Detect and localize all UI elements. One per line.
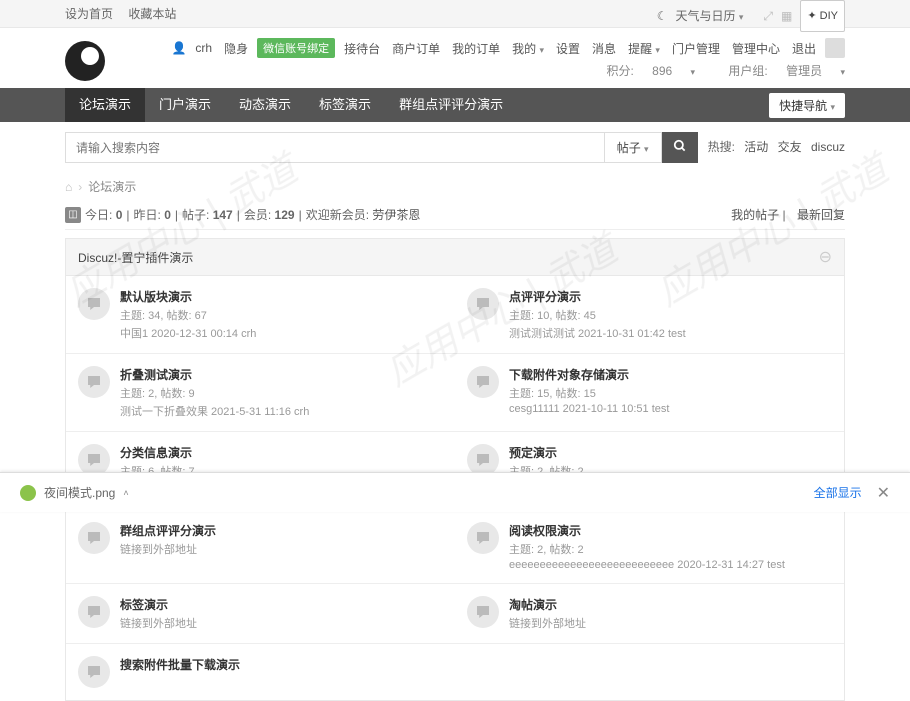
credits-display: 积分: 896 ▾ [591, 64, 695, 78]
user-icon: 👤 [171, 41, 186, 55]
portal-admin-link[interactable]: 门户管理 [669, 40, 723, 57]
file-icon [20, 485, 36, 501]
logout-link[interactable]: 退出 [789, 40, 819, 57]
forum-last-post[interactable]: cesg11111 2021-10-11 10:51 test [509, 403, 832, 415]
nav-activity[interactable]: 动态演示 [225, 88, 305, 122]
site-logo[interactable] [65, 41, 105, 81]
forum-meta: 链接到外部地址 [120, 541, 443, 557]
members-stat: 会员: 129 [244, 206, 295, 223]
forum-meta: 主题: 10, 帖数: 45 [509, 307, 832, 323]
set-homepage-link[interactable]: 设为首页 [65, 7, 113, 21]
username-link[interactable]: crh [192, 41, 215, 55]
section-header[interactable]: Discuz!-置宁插件演示 ⊖ [65, 238, 845, 276]
forum-meta: 主题: 34, 帖数: 67 [120, 307, 443, 323]
main-nav: 论坛演示 门户演示 动态演示 标签演示 群组点评评分演示 快捷导航 ▾ [0, 88, 910, 122]
forum-title[interactable]: 搜索附件批量下载演示 [120, 656, 443, 673]
wechat-bind-button[interactable]: 微信账号绑定 [257, 38, 335, 58]
close-icon[interactable]: ✕ [877, 483, 890, 503]
yesterday-stat: 昨日: 0 [134, 206, 171, 223]
header: 👤 crh 隐身 微信账号绑定 接待台 商户订单 我的订单 我的 ▾ 设置 消息… [0, 28, 910, 88]
messages-link[interactable]: 消息 [589, 40, 619, 57]
nav-forum[interactable]: 论坛演示 [65, 88, 145, 122]
collapse-icon[interactable]: ⊖ [819, 247, 832, 267]
hot-search: 热搜: 活动 交友 discuz [708, 132, 845, 163]
download-filename[interactable]: 夜间模式.png [44, 484, 115, 501]
forum-last-post[interactable]: 测试一下折叠效果 2021-5-31 11:16 crh [120, 403, 443, 419]
expand-icon[interactable]: ⤢ [763, 2, 773, 30]
topbar: 设为首页 收藏本站 ☾ 天气与日历 ▾ ⤢ ▦ ✦ DIY [0, 0, 910, 28]
nav-tags[interactable]: 标签演示 [305, 88, 385, 122]
forum-last-post[interactable]: 测试测试测试 2021-10-31 01:42 test [509, 325, 832, 341]
nav-groups[interactable]: 群组点评评分演示 [385, 88, 517, 122]
home-icon[interactable]: ⌂ [65, 180, 72, 194]
speech-bubble-icon [78, 656, 110, 688]
my-orders-link[interactable]: 我的订单 [449, 40, 503, 57]
forum-meta: 主题: 2, 帖数: 9 [120, 385, 443, 401]
forum-meta: 链接到外部地址 [120, 615, 443, 631]
forum-title[interactable]: 群组点评评分演示 [120, 522, 443, 539]
forum-title[interactable]: 分类信息演示 [120, 444, 443, 461]
speech-bubble-icon [467, 596, 499, 628]
speech-bubble-icon [467, 366, 499, 398]
breadcrumb-forum[interactable]: 论坛演示 [88, 178, 136, 195]
stealth-link[interactable]: 隐身 [221, 40, 251, 57]
forum-title[interactable]: 折叠测试演示 [120, 366, 443, 383]
admin-center-link[interactable]: 管理中心 [729, 40, 783, 57]
merchant-orders-link[interactable]: 商户订单 [389, 40, 443, 57]
forum-meta: 链接到外部地址 [509, 615, 832, 631]
forum-last-post[interactable]: 中国1 2020-12-31 00:14 crh [120, 325, 443, 341]
hot-link[interactable]: 活动 [744, 140, 768, 154]
forum-meta: 主题: 2, 帖数: 2 [509, 541, 832, 557]
favorite-site-link[interactable]: 收藏本站 [128, 7, 176, 21]
speech-bubble-icon [78, 366, 110, 398]
avatar[interactable] [825, 38, 845, 58]
hot-link[interactable]: discuz [811, 140, 845, 154]
forum-title[interactable]: 默认版块演示 [120, 288, 443, 305]
forum-last-post[interactable]: eeeeeeeeeeeeeeeeeeeeeeeeeee 2020-12-31 1… [509, 559, 832, 571]
speech-bubble-icon [467, 522, 499, 554]
speech-bubble-icon [78, 522, 110, 554]
posts-stat: 帖子: 147 [182, 206, 233, 223]
hot-link[interactable]: 交友 [778, 140, 802, 154]
breadcrumb: ⌂ › 论坛演示 [65, 173, 845, 200]
forum-title[interactable]: 预定演示 [509, 444, 832, 461]
grid-icon[interactable]: ▦ [781, 2, 792, 30]
moon-icon: ☾ [657, 2, 668, 30]
speech-bubble-icon [467, 288, 499, 320]
reception-link[interactable]: 接待台 [341, 40, 383, 57]
forum-meta: 主题: 15, 帖数: 15 [509, 385, 832, 401]
latest-reply-link[interactable]: 最新回复 [797, 208, 845, 222]
forum-title[interactable]: 标签演示 [120, 596, 443, 613]
my-link[interactable]: 我的 ▾ [509, 40, 547, 57]
forum-title[interactable]: 阅读权限演示 [509, 522, 832, 539]
search-type-select[interactable]: 帖子 ▾ [605, 132, 662, 163]
show-all-downloads-link[interactable]: 全部显示 [814, 484, 862, 501]
forum-title[interactable]: 点评评分演示 [509, 288, 832, 305]
section-title: Discuz!-置宁插件演示 [78, 249, 193, 266]
diy-button[interactable]: ✦ DIY [800, 0, 845, 32]
weather-calendar-link[interactable]: 天气与日历 ▾ [676, 2, 744, 31]
notifications-link[interactable]: 提醒 ▾ [625, 40, 663, 57]
welcome-stat: 欢迎新会员: 劳伊茶恩 [306, 206, 421, 223]
quick-nav-button[interactable]: 快捷导航 ▾ [769, 93, 845, 118]
forum-title[interactable]: 下载附件对象存储演示 [509, 366, 832, 383]
chevron-up-icon[interactable]: ˄ [123, 488, 128, 498]
speech-bubble-icon [78, 596, 110, 628]
today-stat: 今日: 0 [85, 206, 122, 223]
usergroup-display: 用户组: 管理员 ▾ [713, 64, 845, 78]
search-button[interactable] [662, 132, 698, 163]
search-input[interactable] [65, 132, 605, 163]
settings-link[interactable]: 设置 [553, 40, 583, 57]
stats-icon: ◫ [65, 207, 81, 223]
speech-bubble-icon [78, 288, 110, 320]
nav-portal[interactable]: 门户演示 [145, 88, 225, 122]
download-bar: 夜间模式.png ˄ 全部显示 ✕ [0, 472, 910, 512]
forum-title[interactable]: 淘帖演示 [509, 596, 832, 613]
my-posts-link[interactable]: 我的帖子 [731, 208, 779, 222]
